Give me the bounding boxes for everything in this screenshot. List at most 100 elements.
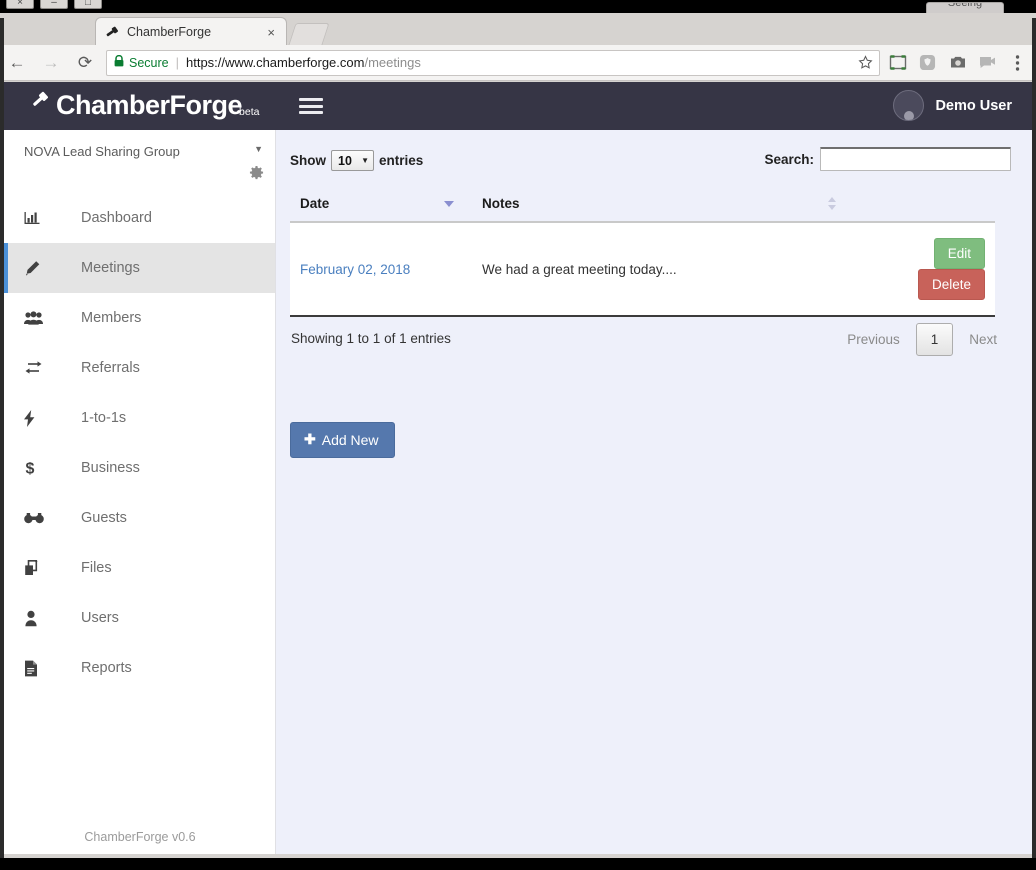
- bar-chart-icon: [24, 211, 52, 226]
- user-menu[interactable]: Demo User: [893, 90, 1012, 121]
- add-new-button[interactable]: ✚ Add New: [290, 422, 395, 458]
- user-name: Demo User: [935, 98, 1012, 114]
- sidebar-item-members[interactable]: Members: [4, 293, 275, 343]
- sidebar-item-referrals[interactable]: Referrals: [4, 343, 275, 393]
- sidebar: NOVA Lead Sharing Group ▼ Dashboard: [4, 130, 276, 854]
- cell-actions: Edit Delete: [852, 222, 995, 316]
- menu-dots-icon[interactable]: [1008, 53, 1027, 72]
- sidebar-item-files[interactable]: Files: [4, 543, 275, 593]
- dollar-icon: $: [24, 459, 52, 477]
- window-close-button[interactable]: ×: [6, 0, 34, 9]
- page-length-control: Show 10 ▼ entries: [290, 150, 423, 171]
- window-bottom-edge: [0, 858, 1036, 870]
- edit-button[interactable]: Edit: [934, 238, 985, 269]
- hamburger-icon[interactable]: [299, 96, 323, 116]
- forward-icon: →: [34, 46, 68, 80]
- shield-icon[interactable]: [918, 53, 937, 72]
- sidebar-item-users[interactable]: Users: [4, 593, 275, 643]
- sidebar-item-1-to-1s[interactable]: 1-to-1s: [4, 393, 275, 443]
- app-navbar: ChamberForge beta Demo User: [4, 82, 1032, 130]
- table-row: February 02, 2018 We had a great meeting…: [290, 222, 995, 316]
- window-maximize-button[interactable]: □: [74, 0, 102, 9]
- brand-beta-label: beta: [239, 106, 259, 118]
- tab-title: ChamberForge: [127, 25, 264, 39]
- bolt-icon: [24, 410, 52, 427]
- window-controls: × – □: [6, 0, 102, 9]
- exchange-icon: [24, 361, 52, 376]
- plus-icon: ✚: [304, 431, 316, 448]
- lock-icon: [114, 55, 124, 70]
- meetings-table: Date Notes: [290, 188, 995, 317]
- avatar: [893, 90, 924, 121]
- binoculars-icon: [24, 513, 52, 524]
- screencast-icon[interactable]: [978, 53, 997, 72]
- datatable-footer: Showing 1 to 1 of 1 entries Previous 1 N…: [290, 327, 1012, 369]
- close-icon[interactable]: ×: [264, 25, 278, 40]
- sidebar-nav: Dashboard Meetings Members: [4, 193, 275, 693]
- cast-icon[interactable]: [888, 53, 907, 72]
- gavel-icon: [28, 87, 55, 117]
- sort-descending-icon: [444, 201, 454, 207]
- cell-notes: We had a great meeting today....: [472, 222, 852, 316]
- browser-tab-chamberforge[interactable]: ChamberForge ×: [95, 17, 287, 46]
- camera-icon[interactable]: [948, 53, 967, 72]
- files-icon: [24, 560, 52, 577]
- pagination-page-1[interactable]: 1: [916, 323, 954, 356]
- address-bar[interactable]: Secure | https://www.chamberforge.com /m…: [106, 50, 880, 76]
- sidebar-item-dashboard[interactable]: Dashboard: [4, 193, 275, 243]
- meeting-date-link[interactable]: February 02, 2018: [300, 262, 410, 277]
- url-origin: https://www.chamberforge.com: [186, 55, 364, 70]
- tab-strip: ChamberForge ×: [0, 13, 1036, 45]
- gear-icon[interactable]: [249, 166, 264, 184]
- search-input[interactable]: [820, 147, 1011, 171]
- delete-button[interactable]: Delete: [918, 269, 985, 300]
- column-header-label: Notes: [482, 196, 520, 211]
- document-icon: [24, 660, 52, 677]
- datatable-controls: Show 10 ▼ entries Search:: [290, 144, 1012, 188]
- pagination-previous[interactable]: Previous: [836, 325, 911, 354]
- gavel-icon: [104, 24, 120, 40]
- brand-name: ChamberForge: [56, 90, 242, 120]
- new-tab-button[interactable]: [288, 23, 329, 45]
- column-header-date[interactable]: Date: [290, 188, 472, 222]
- group-name: NOVA Lead Sharing Group: [24, 144, 180, 159]
- browser-window: × – □ Seeing ChamberForge × ← → ⟳ Secure…: [0, 0, 1036, 858]
- pencil-icon: [24, 260, 52, 277]
- url-separator: |: [176, 55, 179, 70]
- pagination: Previous 1 Next: [836, 323, 1008, 356]
- back-icon[interactable]: ←: [0, 46, 34, 80]
- sidebar-item-label: Files: [81, 560, 112, 576]
- column-header-notes[interactable]: Notes: [472, 188, 852, 222]
- sidebar-item-label: Business: [81, 460, 140, 476]
- sidebar-footer-version: ChamberForge v0.6: [4, 830, 276, 844]
- pagination-next[interactable]: Next: [958, 325, 1008, 354]
- sidebar-item-reports[interactable]: Reports: [4, 643, 275, 693]
- secure-label: Secure: [129, 56, 169, 70]
- omnibox-toolbar: ← → ⟳ Secure | https://www.chamberforge.…: [0, 45, 1036, 81]
- table-info: Showing 1 to 1 of 1 entries: [291, 331, 451, 346]
- sidebar-item-label: Reports: [81, 660, 132, 676]
- column-header-actions: [852, 188, 995, 222]
- users-icon: [24, 311, 52, 326]
- brand-logo[interactable]: ChamberForge beta: [30, 89, 259, 120]
- svg-text:$: $: [26, 461, 35, 478]
- app-viewport: ChamberForge beta Demo User NOVA Lead Sh…: [4, 82, 1032, 854]
- window-minimize-button[interactable]: –: [40, 0, 68, 9]
- table-head: Date Notes: [290, 188, 995, 222]
- page-length-select[interactable]: 10 ▼: [331, 150, 374, 171]
- sidebar-item-label: Users: [81, 610, 119, 626]
- sidebar-item-business[interactable]: $ Business: [4, 443, 275, 493]
- extension-icons: [888, 53, 1036, 72]
- sidebar-item-label: Dashboard: [81, 210, 152, 226]
- table-header-row: Date Notes: [290, 188, 995, 222]
- group-selector[interactable]: NOVA Lead Sharing Group ▼: [4, 130, 275, 193]
- chevron-down-icon[interactable]: ▼: [254, 144, 263, 154]
- bookmark-star-icon[interactable]: [858, 55, 873, 74]
- page-length-value: 10: [338, 154, 352, 168]
- sidebar-item-guests[interactable]: Guests: [4, 493, 275, 543]
- chevron-down-icon: ▼: [361, 156, 369, 165]
- table-body: February 02, 2018 We had a great meeting…: [290, 222, 995, 316]
- reload-icon[interactable]: ⟳: [68, 46, 102, 80]
- sidebar-item-meetings[interactable]: Meetings: [4, 243, 275, 293]
- sidebar-item-label: Guests: [81, 510, 127, 526]
